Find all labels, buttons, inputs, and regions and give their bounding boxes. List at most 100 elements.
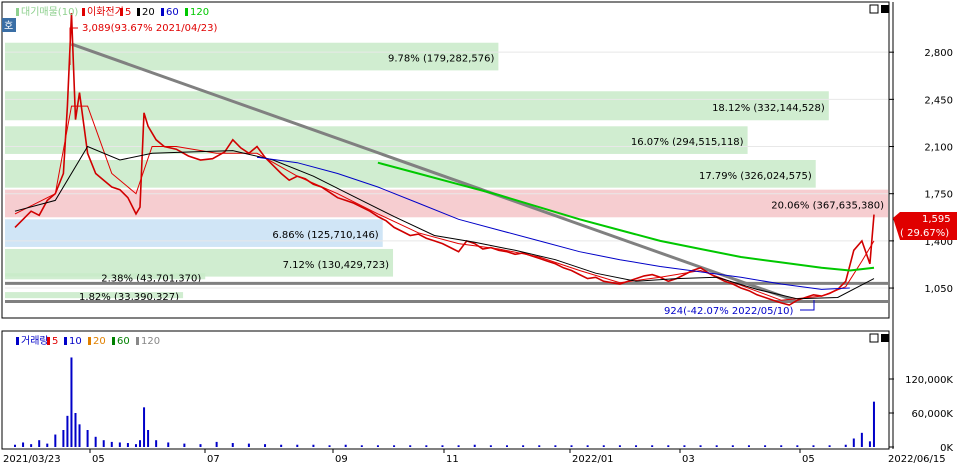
price-axis-ticks: 2,8002,4502,1001,7501,4001,050 bbox=[889, 48, 953, 295]
volume-bar bbox=[66, 415, 69, 447]
legend-label: 이화전기 bbox=[87, 6, 124, 18]
x-start-label: 2021/03/23 bbox=[3, 454, 61, 465]
legend-label: 거래량 bbox=[21, 335, 49, 347]
volume-bar bbox=[602, 445, 605, 447]
volume-bar bbox=[683, 445, 686, 447]
volume-bar bbox=[651, 445, 654, 447]
volume-bar bbox=[264, 444, 267, 447]
legend-swatch bbox=[112, 337, 115, 345]
volume-bar bbox=[231, 443, 234, 447]
volume-bar bbox=[167, 442, 170, 447]
volume-bar bbox=[844, 444, 847, 447]
volume-profile-band bbox=[5, 91, 829, 121]
volume-bar bbox=[796, 445, 799, 447]
x-end-label: 2022/06/15 bbox=[888, 454, 946, 465]
volume-bar bbox=[74, 413, 77, 447]
volume-tick-label: 60,000K bbox=[911, 409, 953, 420]
volume-bar bbox=[868, 441, 871, 447]
volume-bar bbox=[110, 441, 113, 447]
volume-bar bbox=[215, 441, 218, 447]
legend-swatch bbox=[161, 8, 164, 16]
legend-swatch bbox=[120, 8, 123, 16]
volume-bar bbox=[473, 444, 476, 447]
legend-label: 20 bbox=[93, 336, 106, 347]
volume-profile-label: 7.12% (130,429,723) bbox=[283, 260, 389, 271]
volume-profile-label: 17.79% (326,024,575) bbox=[699, 171, 812, 182]
volume-bar bbox=[183, 443, 186, 447]
price-panel-restore-button[interactable] bbox=[869, 4, 879, 14]
date-tick-label: 05 bbox=[92, 454, 105, 465]
volume-panel-frame bbox=[1, 330, 890, 450]
legend-label: 120 bbox=[190, 7, 209, 18]
date-tick-label: 09 bbox=[335, 454, 348, 465]
price-tick-label: 2,800 bbox=[924, 48, 953, 59]
volume-bar bbox=[328, 445, 331, 447]
volume-bar bbox=[852, 438, 855, 447]
volume-bar bbox=[126, 443, 129, 447]
volume-bar bbox=[731, 445, 734, 447]
volume-bar bbox=[715, 445, 718, 447]
volume-tick-label: 120,000K bbox=[905, 375, 953, 386]
volume-bar bbox=[554, 445, 557, 447]
volume-bar bbox=[78, 424, 81, 447]
legend-swatch bbox=[16, 8, 19, 16]
volume-bar bbox=[538, 445, 541, 447]
date-tick-label: 11 bbox=[446, 454, 459, 465]
price-tick-label: 1,750 bbox=[924, 190, 953, 201]
current-change: ( 29.67%) bbox=[900, 228, 949, 239]
volume-bar bbox=[46, 443, 49, 447]
volume-bar bbox=[393, 445, 396, 447]
legend-swatch bbox=[47, 337, 50, 345]
volume-bar bbox=[409, 445, 412, 447]
legend-swatch bbox=[16, 337, 19, 345]
volume-bar bbox=[699, 445, 702, 447]
volume-profile-label: 9.78% (179,282,576) bbox=[388, 54, 494, 65]
volume-bar bbox=[70, 357, 73, 447]
volume-profile-label: 20.06% (367,635,380) bbox=[771, 200, 884, 211]
volume-bar bbox=[147, 430, 150, 447]
volume-bar bbox=[143, 407, 146, 447]
volume-panel-restore-button[interactable] bbox=[869, 333, 879, 343]
volume-bar bbox=[296, 444, 299, 447]
volume-bar bbox=[30, 444, 33, 447]
volume-bar bbox=[199, 444, 202, 447]
volume-bar bbox=[54, 434, 57, 447]
volume-axis-ticks: 120,000K 60,000K 0K bbox=[889, 375, 953, 454]
volume-panel-close-button[interactable] bbox=[881, 334, 889, 342]
volume-bar bbox=[118, 442, 121, 447]
price-panel-close-button[interactable] bbox=[881, 5, 889, 13]
volume-bar bbox=[764, 445, 767, 447]
legend-label: 20 bbox=[142, 7, 155, 18]
date-axis-ticks: 05 07 09 11 2022/01 03 05 bbox=[89, 449, 815, 465]
high-note: 3,089(93.67% 2021/04/23) bbox=[82, 23, 217, 34]
volume-bar bbox=[312, 444, 315, 447]
legend-swatch bbox=[64, 337, 67, 345]
legend-label: 60 bbox=[117, 336, 130, 347]
volume-bar bbox=[22, 442, 25, 447]
volume-bar bbox=[457, 445, 460, 447]
legend-label: 60 bbox=[166, 7, 179, 18]
volume-bar bbox=[14, 444, 16, 447]
date-tick-label: 2022/01 bbox=[572, 454, 614, 465]
volume-bar bbox=[860, 432, 863, 447]
volume-bar bbox=[505, 445, 508, 447]
volume-bar bbox=[102, 440, 105, 447]
volume-bar bbox=[812, 445, 815, 447]
legend-label: 120 bbox=[141, 336, 160, 347]
legend-swatch bbox=[82, 8, 85, 16]
volume-bar bbox=[134, 444, 137, 447]
volume-bar bbox=[155, 440, 158, 447]
volume-bar bbox=[489, 445, 492, 447]
legend-swatch bbox=[137, 8, 140, 16]
volume-bar bbox=[635, 445, 638, 447]
stock-chart: 9.78% (179,282,576) 18.12% (332,144,528) 1… bbox=[1, 1, 957, 465]
volume-profile-label: 18.12% (332,144,528) bbox=[712, 103, 825, 114]
legend-label: 대기매물(10) bbox=[21, 6, 78, 18]
volume-bar bbox=[94, 436, 97, 447]
date-tick-label: 05 bbox=[802, 454, 815, 465]
price-tick-label: 2,450 bbox=[924, 95, 953, 106]
low-note: 924(-42.07% 2022/05/10) bbox=[664, 306, 794, 317]
volume-bar bbox=[280, 444, 283, 447]
volume-bar bbox=[425, 445, 428, 447]
quote-badge-label: 호 bbox=[4, 20, 13, 32]
